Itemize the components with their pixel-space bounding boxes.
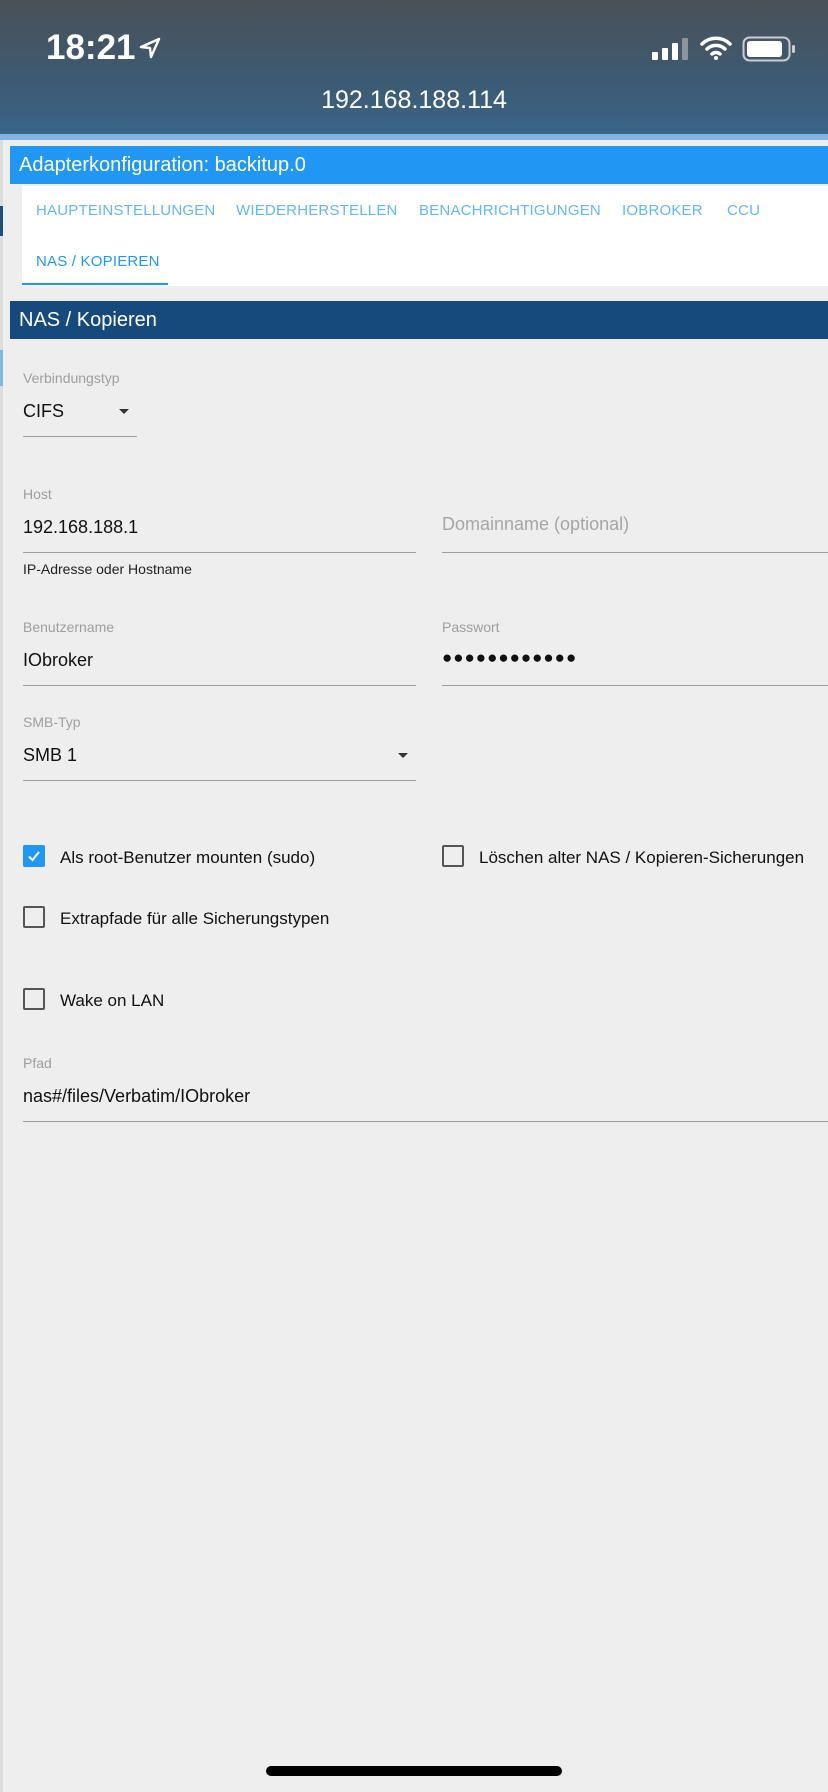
username-label: Benutzername (23, 619, 115, 635)
tab-iobroker[interactable]: IOBROKER (622, 202, 703, 219)
sudo-checkbox[interactable] (23, 845, 45, 867)
password-value: ●●●●●●●●●●●● (442, 648, 578, 667)
domain-placeholder: Domainname (optional) (442, 514, 630, 534)
password-label: Passwort (442, 619, 500, 635)
host-label: Host (23, 486, 52, 502)
host-value: 192.168.188.1 (23, 517, 139, 537)
dropdown-arrow-icon (398, 753, 408, 758)
adapter-config-title: Adapterkonfiguration: backitup.0 (10, 146, 828, 184)
address-bar[interactable]: 192.168.188.114 (0, 86, 828, 115)
tab-nas-kopieren[interactable]: NAS / KOPIEREN (36, 253, 160, 270)
tab-wiederherstellen[interactable]: WIEDERHERSTELLEN (236, 202, 398, 219)
select-underline (23, 780, 416, 781)
input-underline (442, 552, 828, 553)
progress-stripe (0, 134, 828, 140)
wifi-icon (700, 36, 732, 65)
sidebar-marker (0, 206, 3, 236)
tab-haupteinstellungen[interactable]: HAUPTEINSTELLUNGEN (36, 202, 215, 219)
smb-type-value: SMB 1 (23, 745, 78, 765)
tab-ccu[interactable]: CCU (727, 202, 760, 219)
path-label: Pfad (23, 1055, 52, 1071)
location-arrow-icon (138, 36, 162, 65)
input-underline (23, 1121, 828, 1122)
username-value: IObroker (23, 650, 94, 670)
delete-old-backups-label: Löschen alter NAS / Kopieren-Sicherungen (479, 848, 805, 867)
input-underline (23, 552, 416, 553)
sidebar-marker (0, 350, 3, 386)
input-underline (442, 685, 828, 686)
path-value: nas#/files/Verbatim/IObroker (23, 1086, 251, 1106)
host-helper-text: IP-Adresse oder Hostname (23, 561, 192, 577)
extra-paths-label: Extrapfade für alle Sicherungstypen (60, 909, 330, 928)
extra-paths-checkbox[interactable] (23, 906, 45, 928)
smb-type-label: SMB-Typ (23, 714, 81, 730)
battery-icon (742, 36, 796, 67)
home-indicator[interactable] (266, 1766, 562, 1776)
delete-old-backups-checkbox[interactable] (442, 845, 464, 867)
select-underline (23, 436, 137, 437)
sidebar-edge (0, 140, 3, 1792)
sudo-label: Als root-Benutzer mounten (sudo) (60, 848, 316, 867)
wake-on-lan-checkbox[interactable] (23, 988, 45, 1010)
status-time: 18:21 (46, 28, 136, 67)
tab-bar (22, 186, 828, 286)
active-tab-indicator (22, 283, 168, 285)
cellular-signal-icon (652, 38, 690, 65)
tab-benachrichtigungen[interactable]: BENACHRICHTIGUNGEN (419, 202, 601, 219)
input-underline (23, 685, 416, 686)
section-title: NAS / Kopieren (10, 301, 828, 339)
connection-type-label: Verbindungstyp (23, 370, 120, 386)
connection-type-value: CIFS (23, 401, 65, 421)
wake-on-lan-label: Wake on LAN (60, 991, 165, 1010)
dropdown-arrow-icon (119, 409, 129, 414)
checkmark-icon (28, 851, 40, 862)
